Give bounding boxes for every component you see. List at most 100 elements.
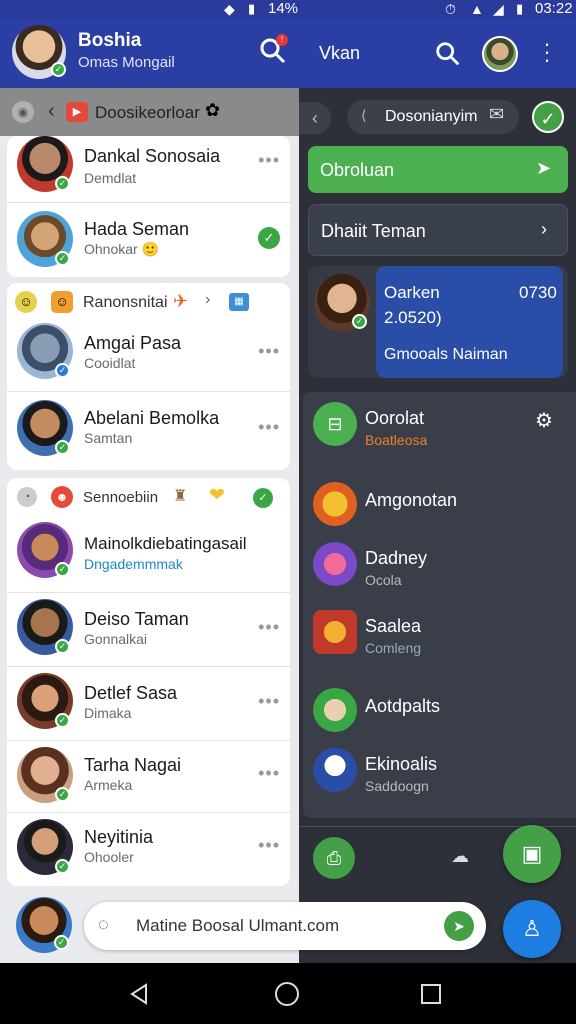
emoji-icon: ☺ <box>51 291 73 313</box>
green-action-button[interactable]: Obroluan ➤ <box>308 146 568 193</box>
more-icon[interactable]: ••• <box>258 763 280 784</box>
game-icon <box>313 542 357 586</box>
menu-title: Oorolat <box>365 408 425 428</box>
back-chevron-icon[interactable]: ‹ <box>299 102 331 134</box>
bird-icon: ✉ <box>489 104 505 124</box>
signal-icon: ▲ <box>470 1 484 17</box>
chat-box-icon: ⊟ <box>313 402 357 446</box>
profile-avatar[interactable] <box>482 36 518 72</box>
contact-name: Deiso Taman <box>84 609 189 629</box>
search-icon[interactable]: ! <box>258 34 288 66</box>
contact-row[interactable]: ✓ Amgai Pasa Cooidlat ••• <box>7 319 290 393</box>
image-icon: ▦ <box>229 293 249 311</box>
chevron-right-icon: › <box>541 219 547 239</box>
back-nav-icon[interactable] <box>128 983 150 1005</box>
user-name: Boshia <box>78 30 142 51</box>
smiley-icon: ☺ <box>15 291 37 313</box>
contact-row[interactable]: ✓ Tarha Nagai Armeka ••• <box>7 741 290 815</box>
online-badge: ✓ <box>55 251 70 266</box>
contact-row[interactable]: ✓ Dankal Sonosaia Demdlat ••• <box>7 136 290 210</box>
more-icon[interactable]: ••• <box>258 150 280 171</box>
more-icon[interactable]: ••• <box>258 617 280 638</box>
menu-item[interactable]: Aotdpalts <box>303 678 576 742</box>
compose-fab[interactable]: ▣ <box>503 825 561 883</box>
group-title: Sennoebiin <box>83 489 159 506</box>
contact-row[interactable]: ✓ Deiso Taman Gonnalkai ••• <box>7 593 290 667</box>
forward-icon: ➤ <box>536 158 552 178</box>
confirm-check-icon[interactable]: ✓ <box>532 101 564 133</box>
flame-icon: ✿ <box>205 100 221 120</box>
online-badge: ✓ <box>51 62 66 77</box>
right-title: Vkan <box>319 43 361 63</box>
contact-row[interactable]: ✓ Hada Seman Ohnokar 🙂 ✓ <box>7 203 290 277</box>
send-icon[interactable]: ➤ <box>444 911 474 941</box>
search-icon[interactable] <box>434 40 462 68</box>
contact-sub: Ohnokar 🙂 <box>84 241 160 257</box>
left-search-bar[interactable]: ◉ ‹ ▶ Doosikeorloar ✿ <box>0 88 299 136</box>
document-icon[interactable]: ⎙ <box>313 837 355 879</box>
recents-nav-icon[interactable] <box>421 984 441 1004</box>
menu-title: Dadney <box>365 548 428 568</box>
chevron-right-icon: › <box>205 291 211 308</box>
contact-sub: Armeka <box>84 777 133 793</box>
more-icon[interactable]: ••• <box>258 417 280 438</box>
contact-row[interactable]: ✓ Detlef Sasa Dimaka ••• <box>7 667 290 741</box>
profile-action: Gmooals Naiman <box>384 346 508 363</box>
profile-card[interactable]: ✓ Oarken 0730 2.0520) Gmooals Naiman <box>308 266 568 378</box>
dark-action-button[interactable]: Dhaiit Teman › <box>308 204 568 256</box>
contact-group-card: ◔ ☻ Sennoebiin ♜ ❤ ✓ ✓ Mainolkdiebatinga… <box>7 478 290 886</box>
contact-row[interactable]: ✓ Mainolkdiebatingasail Dngademmmak <box>7 518 290 592</box>
online-badge: ✓ <box>55 859 70 874</box>
sim-icon: ▮ <box>248 1 256 16</box>
contact-row[interactable]: ✓ Neyitinia Ohooler ••• <box>7 813 290 886</box>
more-icon[interactable]: ••• <box>258 835 280 856</box>
contact-fab[interactable]: ♙ <box>503 900 561 958</box>
battery-icon: ▮ <box>516 1 524 16</box>
more-icon[interactable]: ••• <box>258 341 280 362</box>
menu-list: ⊟ Oorolat Boatleosa ⚙ Amgonotan Dadney O… <box>303 392 576 818</box>
mail-icon: ▶ <box>66 102 88 122</box>
avatar-icon <box>313 688 357 732</box>
game-icon <box>313 482 357 526</box>
right-search-text: Dosonianyim <box>385 108 478 125</box>
mic-icon[interactable]: ◉ <box>12 101 34 123</box>
menu-item[interactable]: Amgonotan <box>303 472 576 536</box>
chat-bubble-icon[interactable]: ☁ <box>451 846 469 867</box>
online-badge: ✓ <box>55 562 70 577</box>
verified-badge: ✓ <box>55 363 70 378</box>
message-text: Matine Boosal Ulmant.com <box>136 916 340 935</box>
online-badge: ✓ <box>55 787 70 802</box>
message-input[interactable]: ◌ Matine Boosal Ulmant.com ➤ <box>84 902 486 950</box>
heart-icon: ❤ <box>209 485 225 506</box>
contact-row[interactable]: ✓ Abelani Bemolka Samtan ••• <box>7 392 290 466</box>
contact-sub: Ohooler <box>84 849 134 865</box>
back-chevron-icon[interactable]: ‹ <box>48 100 55 123</box>
menu-item[interactable]: Saalea Comleng <box>303 600 576 664</box>
right-search-bar[interactable]: ⟨ Dosonianyim ✉ <box>347 100 519 134</box>
online-badge: ✓ <box>55 639 70 654</box>
more-vert-icon[interactable]: · · · <box>542 33 552 71</box>
group-header[interactable]: ☺ ☺ Ranonsnitai ✈ › ▦ <box>7 283 290 323</box>
clock-icon: ◔ <box>17 487 37 507</box>
online-badge: ✓ <box>55 440 70 455</box>
contact-name: Neyitinia <box>84 827 154 847</box>
contact-sub: Dngademmmak <box>84 556 183 572</box>
group-header[interactable]: ◔ ☻ Sennoebiin ♜ ❤ ✓ <box>7 478 290 518</box>
bracket-icon: ⟨ <box>361 107 367 123</box>
menu-item[interactable]: Dadney Ocola <box>303 532 576 596</box>
more-icon[interactable]: ••• <box>258 691 280 712</box>
profile-card-panel: Oarken 0730 2.0520) Gmooals Naiman <box>376 266 563 378</box>
check-icon[interactable]: ✓ <box>258 227 280 249</box>
cell-signal-icon: ◢ <box>493 1 504 17</box>
battery-percent: 14% <box>268 0 299 17</box>
contact-name: Amgai Pasa <box>84 333 182 353</box>
gear-icon[interactable]: ⚙ <box>535 408 553 433</box>
castle-icon: ♜ <box>173 488 188 505</box>
contact-sub: Samtan <box>84 430 133 446</box>
home-nav-icon[interactable] <box>275 982 299 1006</box>
menu-item[interactable]: Ekinoalis Saddoogn <box>303 738 576 802</box>
contact-name: Mainolkdiebatingasail <box>84 534 247 553</box>
contact-sub: Demdlat <box>84 170 137 186</box>
menu-item[interactable]: ⊟ Oorolat Boatleosa ⚙ <box>303 392 576 456</box>
contact-name: Tarha Nagai <box>84 755 182 775</box>
